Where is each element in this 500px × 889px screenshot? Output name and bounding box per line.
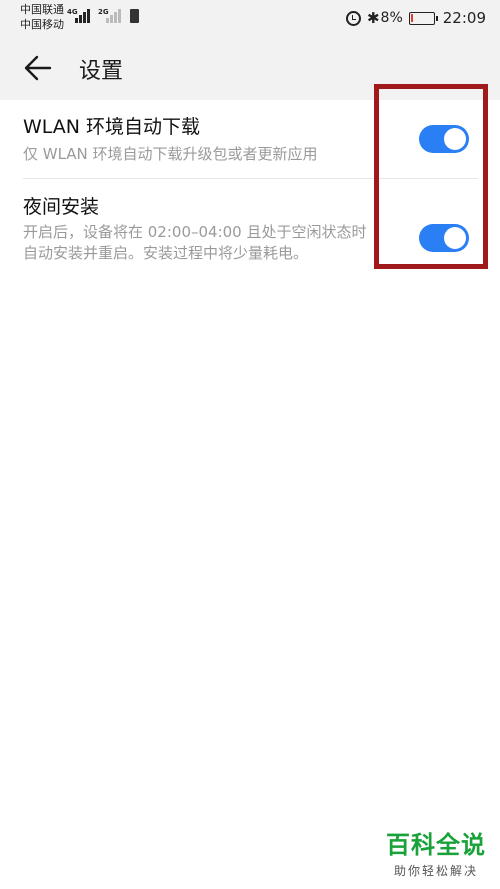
carrier-2-label: 中国移动: [20, 18, 64, 31]
highlight-annotation-box: [374, 84, 488, 269]
watermark: 百科全说 助你轻松解决: [386, 825, 486, 879]
setting-description: 仅 WLAN 环境自动下载升级包或者更新应用: [23, 145, 318, 163]
bluetooth-icon: ✱: [366, 9, 380, 27]
watermark-slogan: 助你轻松解决: [393, 864, 478, 878]
alarm-icon: [345, 10, 361, 26]
battery-percent: 8%: [380, 10, 403, 26]
battery-fill: [410, 13, 413, 22]
status-bar: 中国联通 中国移动 4G 2G ✱ 8% 22:09: [0, 0, 500, 36]
back-button[interactable]: [22, 52, 54, 84]
setting-description: 开启后，设备将在 02:00–04:00 且处于空闲状态时自动安装并重启。安装过…: [23, 223, 367, 262]
sim-icon: [130, 9, 139, 23]
page-title: 设置: [79, 59, 124, 84]
battery-icon: [408, 11, 438, 25]
watermark-logo-text: 百科全说: [386, 831, 486, 859]
status-right-group: ✱ 8% 22:09: [345, 7, 486, 29]
carrier-1-label: 中国联通: [20, 3, 64, 16]
clock: 22:09: [442, 9, 486, 27]
setting-title: 夜间安装: [23, 196, 100, 218]
arrow-left-icon: [24, 55, 52, 81]
signal-icon: [75, 7, 93, 23]
signal-icon: [106, 7, 124, 23]
setting-title: WLAN 环境自动下载: [23, 116, 201, 138]
